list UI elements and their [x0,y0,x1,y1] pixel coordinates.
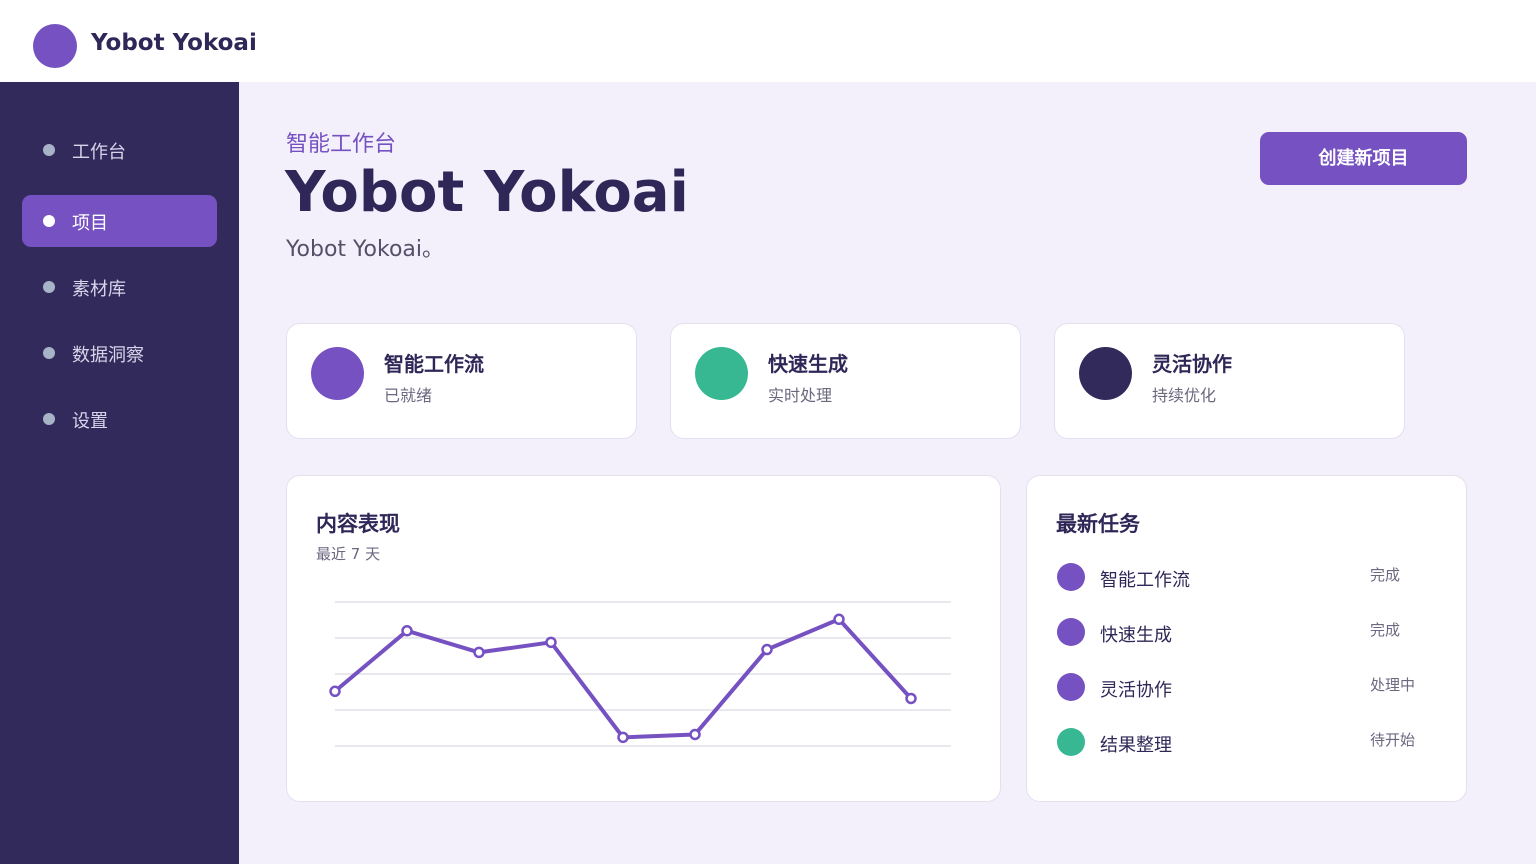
chart-point[interactable] [329,685,341,698]
sidebar-item-label: 项目 [72,213,108,234]
task-item[interactable]: 智能工作流 完成 [1057,560,1437,594]
chart-point[interactable] [905,692,917,705]
task-name: 灵活协作 [1100,680,1172,701]
collab-icon [1079,347,1132,400]
stat-card-workflow[interactable]: 智能工作流 已就绪 [286,323,637,439]
task-status: 完成 [1370,566,1401,584]
bullet-icon [43,413,55,425]
performance-line-chart [329,601,951,747]
generate-icon [695,347,748,400]
workflow-icon [311,347,364,400]
chart-point[interactable] [545,636,557,649]
task-status-icon [1057,618,1085,646]
task-item[interactable]: 结果整理 待开始 [1057,725,1437,759]
task-status-icon [1057,673,1085,701]
sidebar-item-workbench[interactable]: 工作台 [22,124,217,176]
task-status: 待开始 [1370,731,1416,749]
tasks-card: 最新任务 智能工作流 完成 快速生成 完成 灵活协作 处理中 结果整理 待开始 [1026,475,1467,802]
chart-point[interactable] [617,731,629,744]
chart-point[interactable] [833,613,845,626]
sidebar-item-settings[interactable]: 设置 [22,393,217,445]
page-title: Yobot Yokoai [285,160,689,225]
sidebar-item-insights[interactable]: 数据洞察 [22,327,217,379]
stat-card-collab[interactable]: 灵活协作 持续优化 [1054,323,1405,439]
task-status-icon [1057,563,1085,591]
task-status: 完成 [1370,621,1401,639]
sidebar: 工作台 项目 素材库 数据洞察 设置 [0,82,239,864]
stat-subtitle: 持续优化 [1152,386,1217,405]
stat-card-generate[interactable]: 快速生成 实时处理 [670,323,1021,439]
sidebar-item-label: 数据洞察 [72,345,144,366]
tasks-title: 最新任务 [1056,512,1140,536]
bullet-icon [43,144,55,156]
task-name: 结果整理 [1100,735,1172,756]
task-item[interactable]: 快速生成 完成 [1057,615,1437,649]
bullet-icon [43,281,55,293]
sidebar-item-label: 工作台 [72,142,126,163]
task-name: 智能工作流 [1100,570,1190,591]
bullet-icon [43,347,55,359]
performance-card: 内容表现 最近 7 天 [286,475,1001,802]
task-status-icon [1057,728,1085,756]
chart-point[interactable] [689,728,701,741]
stat-title: 灵活协作 [1152,352,1232,376]
task-name: 快速生成 [1100,625,1172,646]
task-item[interactable]: 灵活协作 处理中 [1057,670,1437,704]
create-project-button[interactable]: 创建新项目 [1260,132,1467,185]
top-bar: Yobot Yokoai [0,0,1536,82]
sidebar-item-label: 素材库 [72,279,126,300]
stat-subtitle: 实时处理 [768,386,833,405]
bullet-icon [43,215,55,227]
sidebar-item-projects[interactable]: 项目 [22,195,217,247]
stat-subtitle: 已就绪 [384,386,433,405]
brand-name: Yobot Yokoai [91,30,257,56]
chart-point[interactable] [473,646,485,659]
logo-icon [33,24,77,68]
page-kicker: 智能工作台 [286,132,397,157]
task-status: 处理中 [1370,676,1416,694]
chart-point[interactable] [761,643,773,656]
sidebar-item-assets[interactable]: 素材库 [22,261,217,313]
sidebar-item-label: 设置 [72,411,108,432]
stat-title: 快速生成 [768,352,848,376]
stat-title: 智能工作流 [384,352,484,376]
chart-point[interactable] [401,625,413,637]
page-subtitle: Yobot Yokoai。 [286,237,445,262]
chart-series-line [333,617,913,740]
